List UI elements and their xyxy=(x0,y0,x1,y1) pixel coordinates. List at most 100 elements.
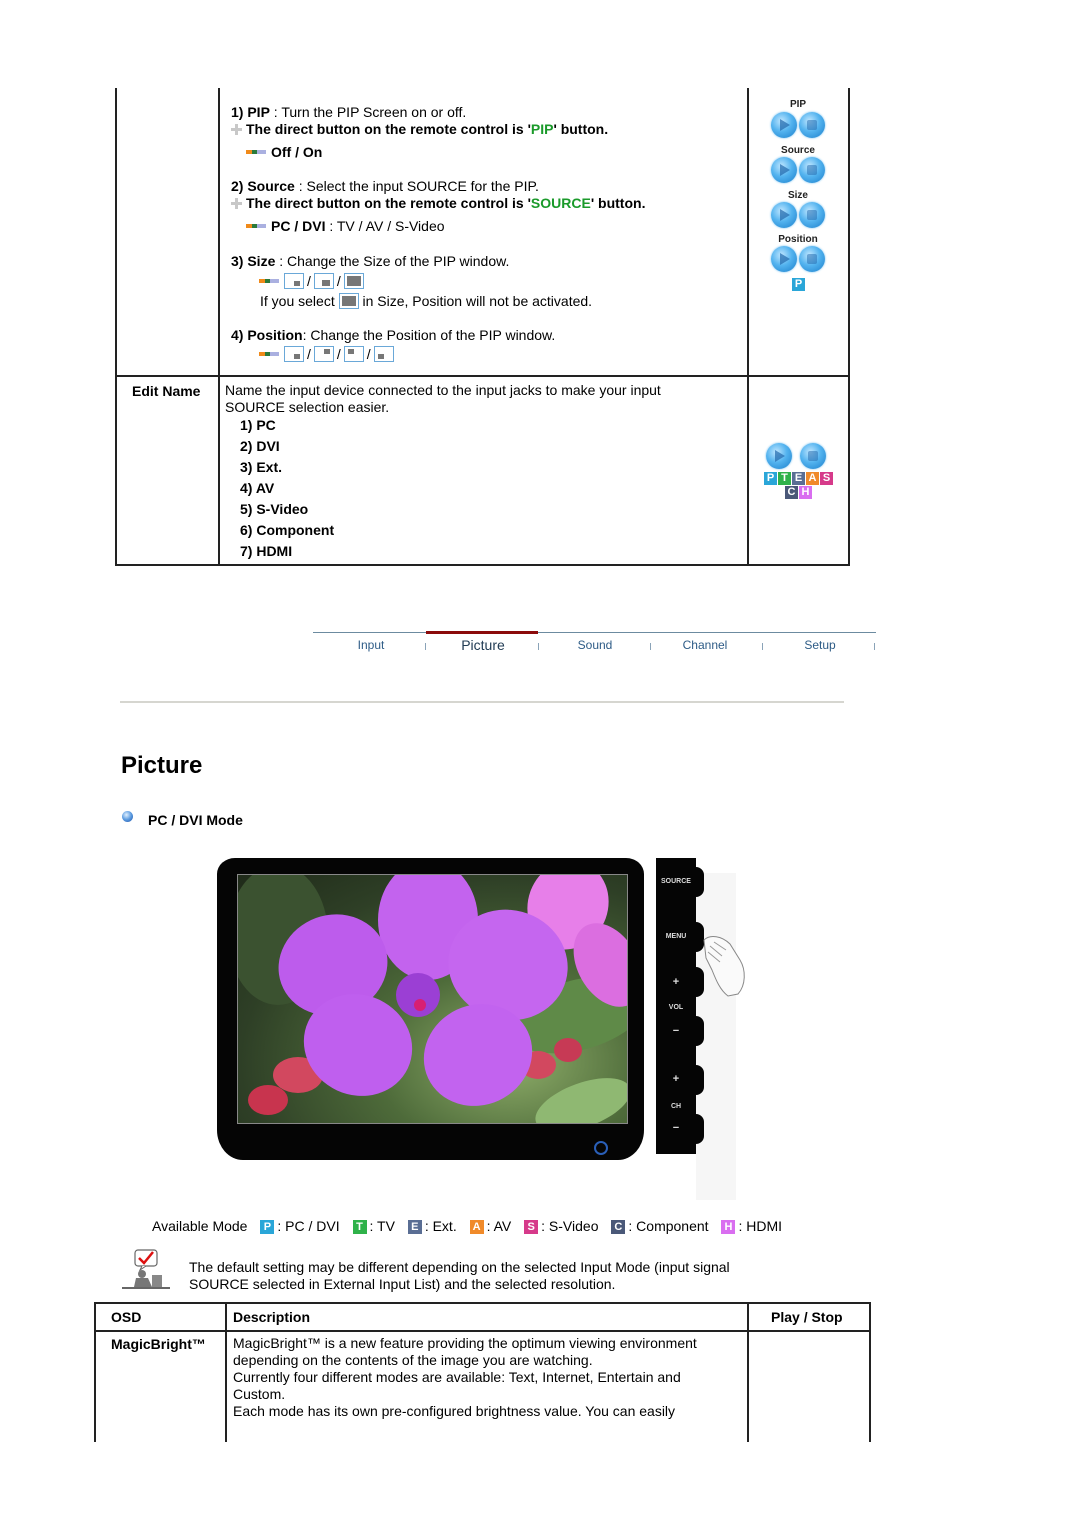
pip-item-3: 3) Size : Change the Size of the PIP win… xyxy=(231,253,510,269)
side-label-vol-plus: + xyxy=(672,976,680,988)
pip-options: Off / On xyxy=(246,144,322,161)
position-button-label: Position xyxy=(778,234,818,245)
size-note: If you select in Size, Position will not… xyxy=(260,293,593,309)
pip-item-name: Size xyxy=(247,253,276,269)
option-bar-icon xyxy=(259,352,279,356)
mode-tile-h-icon: H xyxy=(799,486,812,499)
nav-active-indicator xyxy=(426,631,538,634)
size-medium-icon xyxy=(313,273,334,289)
side-label-vol-minus: − xyxy=(672,1025,680,1037)
flower-image xyxy=(238,875,627,1123)
mode-s-icon: S xyxy=(524,1220,539,1234)
side-label-vol: VOL xyxy=(668,1004,684,1011)
position-top-right-icon xyxy=(313,346,334,362)
osd-desc-line: MagicBright™ is a new feature providing … xyxy=(233,1335,697,1351)
play-button-icon[interactable] xyxy=(771,112,797,138)
tab-picture[interactable]: Picture xyxy=(427,637,539,653)
side-label-ch-plus: + xyxy=(672,1073,680,1085)
osd-desc-line: Currently four different modes are avail… xyxy=(233,1369,681,1385)
mode-hdmi: H: HDMI xyxy=(721,1218,782,1234)
mode-h-icon: H xyxy=(721,1220,736,1234)
size-options: / / xyxy=(259,273,364,290)
power-indicator-icon xyxy=(594,1141,608,1155)
tab-input[interactable]: Input xyxy=(315,638,427,652)
description-header: Description xyxy=(233,1309,311,1325)
monitor-screen-flower-image xyxy=(237,874,628,1124)
table-border xyxy=(848,88,850,566)
size-button-label: Size xyxy=(787,190,808,201)
table-border xyxy=(115,375,850,377)
osd-desc-line: Each mode has its own pre-configured bri… xyxy=(233,1403,676,1419)
play-stop-header: Play / Stop xyxy=(771,1309,843,1325)
edit-name-item: 4) AV xyxy=(240,480,275,496)
table-border xyxy=(94,1302,871,1304)
note-line: The default setting may be different dep… xyxy=(189,1259,730,1275)
mode-component: C: Component xyxy=(611,1218,709,1234)
edit-name-item: 1) PC xyxy=(240,417,276,433)
edit-name-item: 2) DVI xyxy=(240,438,280,454)
table-border xyxy=(115,564,850,566)
edit-name-item: 7) HDMI xyxy=(240,543,293,559)
source-button-label: Source xyxy=(781,145,815,156)
stop-button-icon[interactable] xyxy=(799,202,825,228)
stop-button-icon[interactable] xyxy=(799,246,825,272)
nav-separator xyxy=(874,643,875,650)
available-mode-label: Available Mode xyxy=(152,1218,248,1234)
edit-name-label: Edit Name xyxy=(132,383,201,399)
option-bar-icon xyxy=(246,224,266,228)
mode-av: A: AV xyxy=(469,1218,511,1234)
pc-mode-tile-icon: P xyxy=(792,278,805,291)
nav-separator xyxy=(762,643,763,650)
mode-e-icon: E xyxy=(407,1220,422,1234)
mode-tile-t-icon: T xyxy=(778,472,791,485)
osd-desc-line: Custom. xyxy=(233,1386,286,1402)
nav-top-line xyxy=(313,632,876,633)
mode-tile-p-icon: P xyxy=(764,472,777,485)
table-border xyxy=(747,1302,749,1442)
pip-item-name: Position xyxy=(247,327,303,343)
side-label-menu: MENU xyxy=(665,933,687,940)
position-bottom-right-icon xyxy=(284,346,304,362)
source-options: PC / DVI : TV / AV / S-Video xyxy=(246,218,445,235)
tab-setup[interactable]: Setup xyxy=(764,638,876,652)
edit-name-desc-2: SOURCE selection easier. xyxy=(225,399,390,415)
plus-icon xyxy=(231,198,242,209)
option-bar-icon xyxy=(246,150,266,154)
edit-name-item: 6) Component xyxy=(240,522,335,538)
option-bar-icon xyxy=(259,279,279,283)
pip-direct-button-note: The direct button on the remote control … xyxy=(231,121,608,138)
divider xyxy=(120,701,844,703)
table-border xyxy=(869,1302,871,1442)
note-text: The default setting may be different dep… xyxy=(189,1259,730,1293)
position-options: / / / xyxy=(259,346,394,363)
osd-desc-line: depending on the contents of the image y… xyxy=(233,1352,593,1368)
note-checkmark-icon xyxy=(122,1249,170,1289)
play-button-icon[interactable] xyxy=(766,443,792,469)
play-button-icon[interactable] xyxy=(771,202,797,228)
osd-row-name: MagicBright™ xyxy=(111,1336,206,1352)
tab-sound[interactable]: Sound xyxy=(539,638,651,652)
side-label-ch: CH xyxy=(670,1103,682,1110)
pip-item-2: 2) Source : Select the input SOURCE for … xyxy=(231,178,539,194)
tab-channel[interactable]: Channel xyxy=(649,638,761,652)
mode-pc-dvi: P: PC / DVI xyxy=(260,1218,340,1234)
mode-t-icon: T xyxy=(352,1220,367,1234)
mode-tile-a-icon: A xyxy=(806,472,819,485)
play-button-icon[interactable] xyxy=(771,157,797,183)
section-subheading: PC / DVI Mode xyxy=(148,812,243,828)
position-bottom-left-icon xyxy=(373,346,394,362)
side-label-ch-minus: − xyxy=(672,1122,680,1134)
table-border xyxy=(115,88,117,566)
play-button-icon[interactable] xyxy=(771,246,797,272)
stop-button-icon[interactable] xyxy=(799,157,825,183)
table-border xyxy=(225,1302,227,1442)
note-line: SOURCE selected in External Input List) … xyxy=(189,1276,616,1292)
mode-c-icon: C xyxy=(611,1220,626,1234)
stop-button-icon[interactable] xyxy=(800,443,826,469)
pip-item-name: Source xyxy=(247,178,295,194)
plus-icon xyxy=(231,124,242,135)
mode-tile-c-icon: C xyxy=(785,486,798,499)
stop-button-icon[interactable] xyxy=(799,112,825,138)
mode-s-video: S: S-Video xyxy=(524,1218,599,1234)
nav-separator xyxy=(425,643,426,650)
